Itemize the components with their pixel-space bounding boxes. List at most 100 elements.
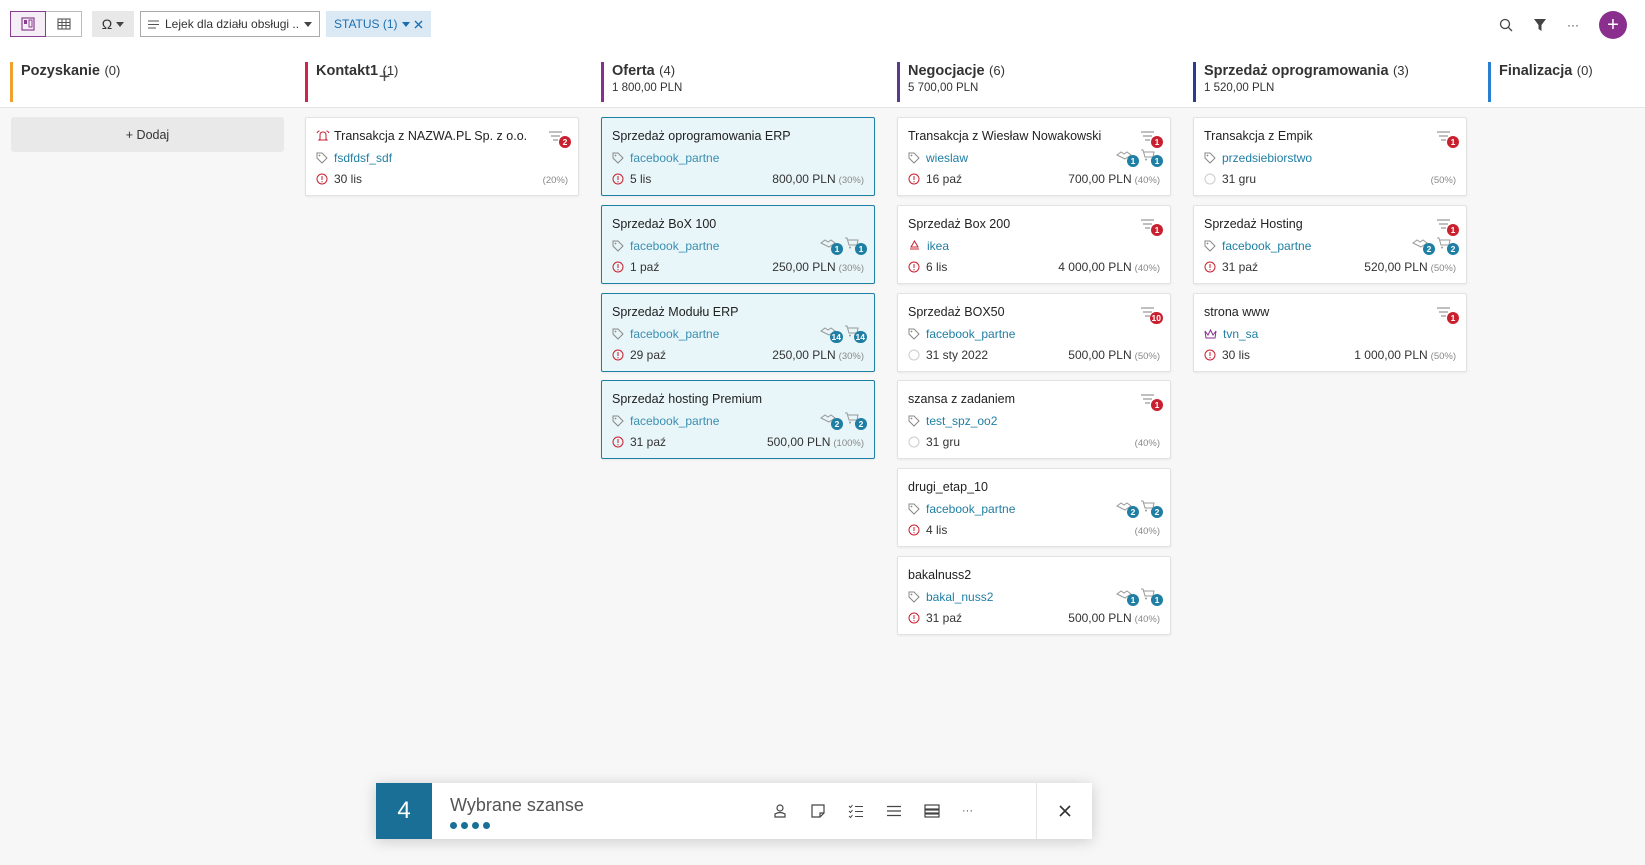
- kanban-board: Pozyskanie (0) + Kontakt1 (1) Oferta (4)…: [0, 56, 1645, 865]
- deal-tag[interactable]: facebook_partne: [1222, 239, 1311, 253]
- deal-card[interactable]: strona www 1 tvn_sa 30 lis 1 000,00 PLN(…: [1193, 293, 1467, 372]
- tasks-indicator[interactable]: 1: [1140, 392, 1163, 411]
- table-view-button[interactable]: [46, 11, 82, 37]
- deal-tag[interactable]: ikea: [927, 239, 949, 253]
- deal-tag[interactable]: tvn_sa: [1223, 327, 1258, 341]
- deal-tag[interactable]: facebook_partne: [926, 327, 1015, 341]
- column-name: Pozyskanie: [21, 63, 100, 79]
- products-badge: 1: [1151, 155, 1163, 167]
- tasks-indicator[interactable]: 1: [1140, 217, 1163, 236]
- deal-card[interactable]: Sprzedaż BOX50 10 facebook_partne 31 sty…: [897, 293, 1171, 372]
- deal-tag[interactable]: bakal_nuss2: [926, 590, 993, 604]
- caret-down-icon: [304, 21, 312, 27]
- overdue-icon: [612, 436, 624, 448]
- tasks-indicator[interactable]: 1: [1436, 217, 1459, 236]
- deal-card[interactable]: Transakcja z NAZWA.PL Sp. z o.o. 2 fsdfd…: [305, 117, 579, 196]
- deal-card[interactable]: Sprzedaż Box 200 1 ikea 6 lis 4 000,00 P…: [897, 205, 1171, 284]
- offers-badge: 2: [1423, 243, 1435, 255]
- offers-badge: 1: [1127, 155, 1139, 167]
- tag-icon: [908, 328, 920, 340]
- crown-icon: [1204, 328, 1217, 339]
- status-filter-chip[interactable]: STATUS (1): [326, 11, 431, 37]
- deal-card[interactable]: drugi_etap_10 22 facebook_partne 4 lis (…: [897, 468, 1171, 547]
- deal-tag[interactable]: wieslaw: [926, 151, 968, 165]
- offers-badge: 2: [1127, 506, 1139, 518]
- empty-circle-icon: [908, 349, 920, 361]
- deal-card[interactable]: szansa z zadaniem 1 test_spz_oo2 31 gru …: [897, 380, 1171, 459]
- deal-card[interactable]: bakalnuss2 11 bakal_nuss2 31 paź 500,00 …: [897, 556, 1171, 635]
- progress-dots: [450, 822, 752, 829]
- tasks-badge: 10: [1149, 312, 1163, 324]
- kanban-view-button[interactable]: [10, 11, 46, 37]
- deal-amount: 1 000,00 PLN: [1354, 348, 1428, 362]
- view-toggle: [10, 11, 82, 37]
- omega-menu-button[interactable]: Ω: [92, 11, 134, 37]
- deal-tag[interactable]: facebook_partne: [630, 151, 719, 165]
- tasks-indicator[interactable]: 2: [548, 129, 571, 148]
- deal-tag[interactable]: facebook_partne: [630, 414, 719, 428]
- deal-date: 4 lis: [926, 523, 948, 537]
- column-count: (4): [659, 63, 676, 78]
- tasks-indicator[interactable]: 1: [1140, 129, 1163, 148]
- deal-card[interactable]: Sprzedaż oprogramowania ERP facebook_par…: [601, 117, 875, 196]
- tag-icon: [908, 415, 920, 427]
- funnel-select[interactable]: Lejek dla działu obsługi ...: [140, 11, 320, 37]
- tasks-indicator[interactable]: 1: [1436, 305, 1459, 324]
- filter-icon[interactable]: [1533, 18, 1547, 32]
- deal-amount: 700,00 PLN: [1068, 172, 1132, 186]
- search-icon[interactable]: [1499, 18, 1513, 32]
- selected-count: 4: [376, 783, 432, 839]
- deal-date: 31 paź: [1222, 260, 1259, 274]
- products-badge: 1: [1151, 594, 1163, 606]
- deal-probability: (20%): [542, 175, 568, 186]
- deal-card[interactable]: Sprzedaż Hosting 1 22 facebook_partne 31…: [1193, 205, 1467, 284]
- overdue-icon: [316, 173, 328, 185]
- deal-tag[interactable]: facebook_partne: [630, 239, 719, 253]
- close-selection-button[interactable]: [1036, 783, 1092, 839]
- tasks-indicator[interactable]: 10: [1140, 305, 1163, 324]
- deal-card[interactable]: Sprzedaż hosting Premium 22 facebook_par…: [601, 380, 875, 459]
- assign-user-icon[interactable]: [772, 803, 788, 819]
- overdue-icon: [1204, 349, 1216, 361]
- tasks-indicator[interactable]: 1: [1436, 129, 1459, 148]
- add-deal-button[interactable]: +: [1599, 11, 1627, 39]
- deal-probability: (50%): [1430, 263, 1456, 274]
- archive-icon[interactable]: [924, 803, 940, 819]
- overdue-icon: [612, 261, 624, 273]
- add-deal-pozyskanie-button[interactable]: + Dodaj: [11, 117, 284, 152]
- empty-circle-icon: [1204, 173, 1216, 185]
- products-badge: 14: [853, 331, 867, 343]
- deal-title: Sprzedaż Modułu ERP: [612, 305, 739, 319]
- kanban-icon: [21, 17, 35, 31]
- deal-tag[interactable]: test_spz_oo2: [926, 414, 997, 428]
- deal-probability: (40%): [1134, 263, 1160, 274]
- selection-label-wrap: Wybrane szanse: [432, 783, 752, 839]
- deal-date: 1 paź: [630, 260, 660, 274]
- deal-card[interactable]: Transakcja z Wiesław Nowakowski 1 11 wie…: [897, 117, 1171, 196]
- deal-card[interactable]: Sprzedaż BoX 100 11 facebook_partne 1 pa…: [601, 205, 875, 284]
- deal-card[interactable]: Sprzedaż Modułu ERP 14 14 facebook_partne…: [601, 293, 875, 372]
- caret-down-icon[interactable]: [401, 21, 410, 27]
- deal-date: 5 lis: [630, 172, 652, 186]
- deal-date: 31 paź: [926, 611, 963, 625]
- deal-tag[interactable]: przedsiebiorstwo: [1222, 151, 1312, 165]
- note-icon[interactable]: [810, 803, 826, 819]
- checklist-icon[interactable]: [848, 803, 864, 819]
- tag-icon: [908, 152, 920, 164]
- more-actions-button[interactable]: ···: [962, 805, 973, 817]
- deal-date: 31 sty 2022: [926, 348, 989, 362]
- offers-badge: 2: [831, 418, 843, 430]
- deal-title: Sprzedaż BoX 100: [612, 217, 717, 231]
- table-icon: [56, 18, 71, 30]
- deal-card[interactable]: Transakcja z Empik 1 przedsiebiorstwo 31…: [1193, 117, 1467, 196]
- deal-tag[interactable]: fsdfdsf_sdf: [334, 151, 392, 165]
- close-icon: [1058, 805, 1071, 817]
- products-badge: 2: [1151, 506, 1163, 518]
- deal-title: strona www: [1204, 305, 1270, 319]
- close-icon[interactable]: [414, 20, 423, 29]
- more-options-button[interactable]: ···: [1567, 18, 1579, 32]
- deal-amount: 500,00 PLN: [766, 435, 831, 449]
- list-icon[interactable]: [886, 803, 902, 819]
- deal-tag[interactable]: facebook_partne: [630, 327, 719, 341]
- deal-tag[interactable]: facebook_partne: [926, 502, 1015, 516]
